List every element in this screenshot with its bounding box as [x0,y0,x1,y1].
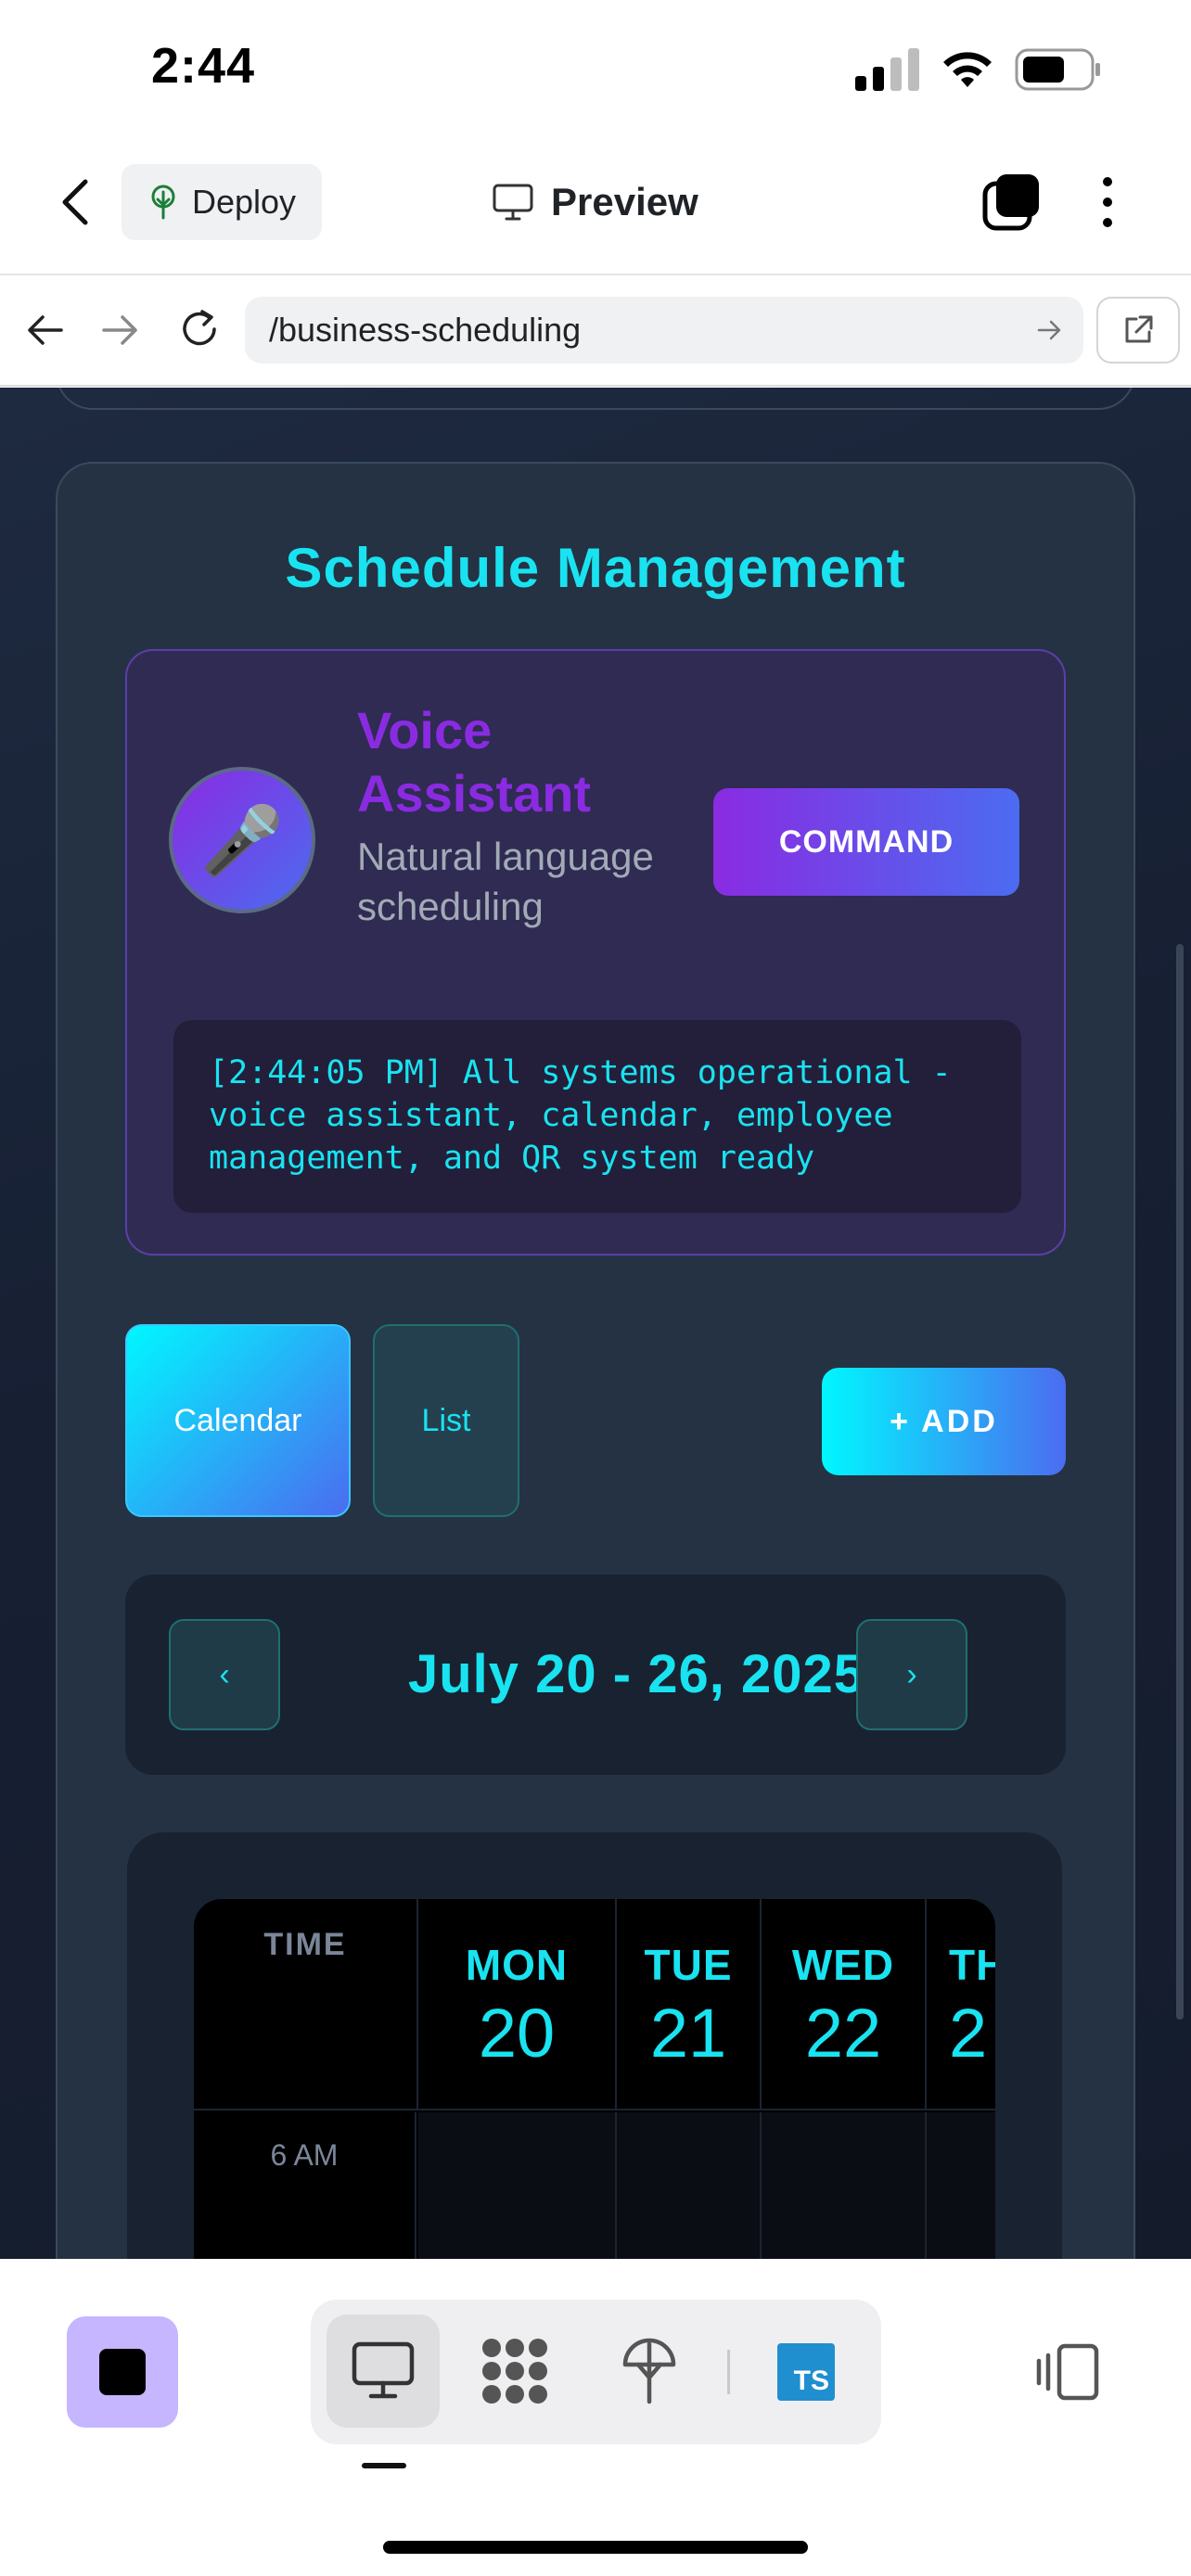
home-indicator [383,2541,808,2554]
back-chevron-icon[interactable] [58,178,95,226]
prev-week-button[interactable]: ‹ [169,1619,280,1730]
previous-card-edge [56,388,1135,410]
day-number: 22 [804,1995,882,2072]
url-text: /business-scheduling [269,311,582,349]
day-number: 21 [649,1995,727,2072]
time-slot-cell[interactable] [762,2112,927,2259]
cellular-signal-icon [855,48,919,91]
url-input[interactable]: /business-scheduling [245,297,1083,363]
deploy-label: Deploy [192,183,297,221]
day-header-tue[interactable]: TUE 21 [617,1899,762,2111]
status-bar: 2:44 [0,0,1191,139]
calendar-container: TIME MON 20 TUE 21 WED 22 TH 2 6 AM [127,1832,1062,2259]
go-arrow-icon[interactable] [1037,319,1063,341]
add-button[interactable]: + ADD [822,1368,1066,1475]
day-header-wed[interactable]: WED 22 [762,1899,927,2111]
day-number: 20 [478,1995,556,2072]
more-vertical-icon[interactable] [1096,174,1119,230]
battery-icon [1015,48,1100,91]
day-name: TH [949,1941,995,1989]
view-list-button[interactable]: List [373,1324,519,1517]
stop-icon [99,2349,146,2395]
browser-back-icon[interactable] [24,312,65,349]
command-button[interactable]: COMMAND [713,788,1019,896]
voice-assistant-title: Voice Assistant [357,701,592,823]
week-navigator: ‹ July 20 - 26, 2025 › [125,1575,1066,1775]
day-name: WED [791,1941,895,1989]
typescript-badge[interactable]: TS [777,2343,835,2401]
preview-label: Preview [551,180,698,223]
wifi-icon [943,52,992,87]
next-week-button[interactable]: › [856,1619,967,1730]
view-calendar-button[interactable]: Calendar [125,1324,351,1517]
web-preview: Schedule Management 🎤 Voice Assistant Na… [0,388,1191,2259]
browser-forward-icon[interactable] [100,312,141,349]
time-slot-cell[interactable] [927,2112,995,2259]
microphone-button[interactable]: 🎤 [169,767,315,913]
open-external-button[interactable] [1096,297,1180,363]
status-time: 2:44 [151,38,256,94]
page-title: Schedule Management [285,537,906,599]
time-header-label: TIME [263,1927,347,1962]
time-slot-label: 6 AM [194,2112,416,2259]
external-link-icon [1125,315,1153,343]
dependencies-icon[interactable] [479,2337,551,2405]
time-header: TIME [194,1899,418,2111]
time-slot-cell[interactable] [418,2112,617,2259]
voice-assistant-subtitle: Natural language scheduling [357,835,654,928]
deploy-tree-tab-icon[interactable] [620,2337,679,2405]
device-rotate-icon[interactable] [1035,2342,1102,2402]
day-name: MON [465,1941,569,1989]
reload-icon[interactable] [178,308,221,351]
tabs-switcher-icon[interactable] [981,172,1041,232]
day-header-mon[interactable]: MON 20 [418,1899,617,2111]
stop-button[interactable] [67,2316,178,2428]
system-log: [2:44:05 PM] All systems operational - v… [173,1020,1021,1213]
day-name: TUE [644,1941,733,1989]
calendar-grid: TIME MON 20 TUE 21 WED 22 TH 2 6 AM [194,1899,995,2259]
day-number: 2 [949,1995,988,2072]
desktop-monitor-icon [352,2341,415,2399]
time-slot-cell[interactable] [617,2112,762,2259]
deploy-button[interactable]: Deploy [122,164,322,240]
page-scrollbar[interactable] [1176,944,1184,2020]
preview-tab[interactable]: Preview [492,174,698,230]
segment-divider [727,2350,730,2394]
day-header-thu[interactable]: TH 2 [927,1899,995,2111]
selected-tab-indicator [362,2463,406,2468]
deploy-tree-icon [151,185,175,220]
monitor-icon [493,184,533,221]
voice-assistant-panel: 🎤 Voice Assistant Natural language sched… [125,649,1066,1256]
microphone-icon: 🎤 [200,803,284,878]
